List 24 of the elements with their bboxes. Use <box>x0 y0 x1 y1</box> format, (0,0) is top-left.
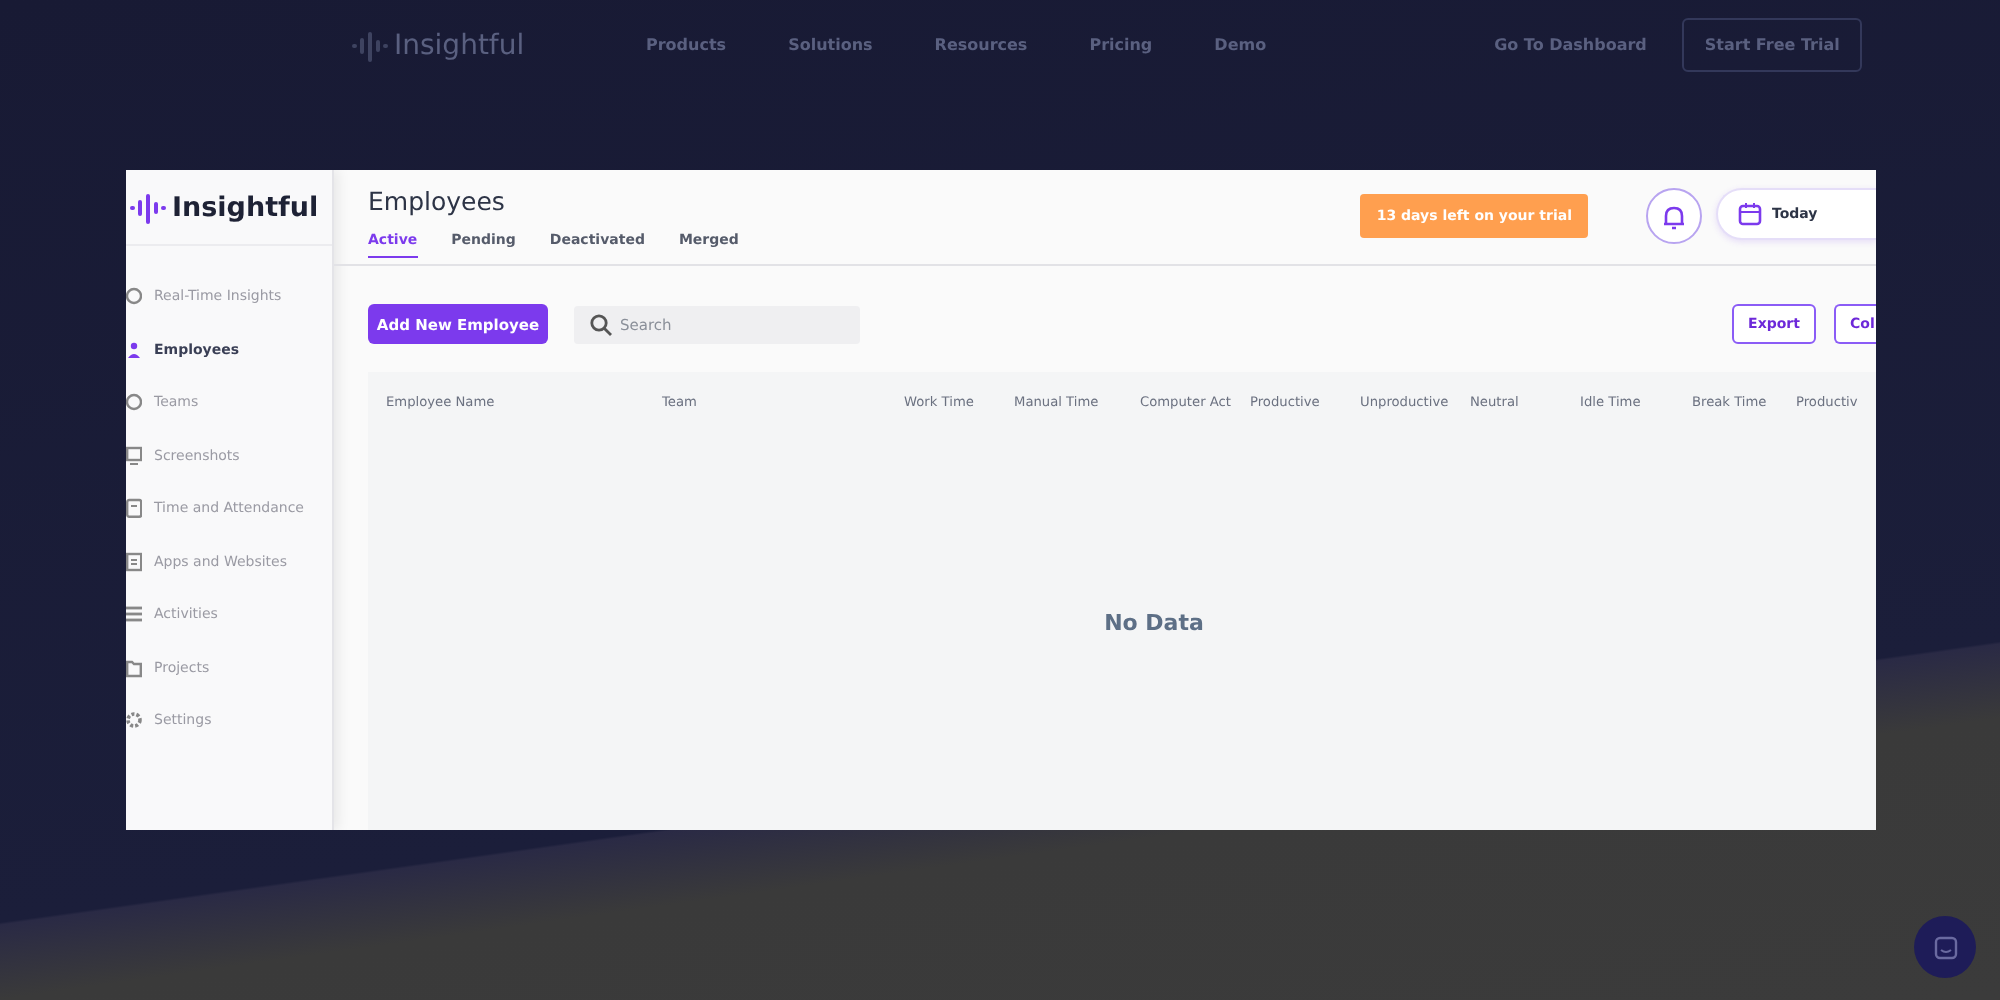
empty-message: No Data <box>1104 610 1204 636</box>
nav-link[interactable]: Go To Dashboard <box>1494 36 1647 54</box>
notifications-button[interactable] <box>1646 188 1702 244</box>
logo-icon <box>130 191 166 223</box>
logo-icon <box>352 29 388 61</box>
clipboard-icon <box>126 498 142 519</box>
nav-link[interactable]: Solutions <box>788 36 873 54</box>
folder-icon <box>126 657 142 678</box>
nav-link[interactable]: Resources <box>934 36 1028 54</box>
nav-link[interactable]: Demo <box>1214 36 1267 54</box>
nav-link[interactable]: Products <box>646 36 727 54</box>
app-logo: Insightful <box>172 191 319 223</box>
document-icon <box>126 551 142 572</box>
calendar-icon <box>1738 202 1762 226</box>
list-icon <box>126 604 142 625</box>
site-logo[interactable]: Insightful <box>394 29 525 61</box>
bell-icon <box>1662 203 1686 229</box>
page-title: Employees <box>368 186 507 216</box>
chat-button[interactable] <box>1914 916 1976 978</box>
trial-button[interactable]: Start Free Trial <box>1682 18 1862 72</box>
nav-link[interactable]: Pricing <box>1089 36 1153 54</box>
monitor-icon <box>126 445 142 466</box>
chat-icon <box>1933 935 1957 959</box>
people-icon <box>126 339 142 360</box>
